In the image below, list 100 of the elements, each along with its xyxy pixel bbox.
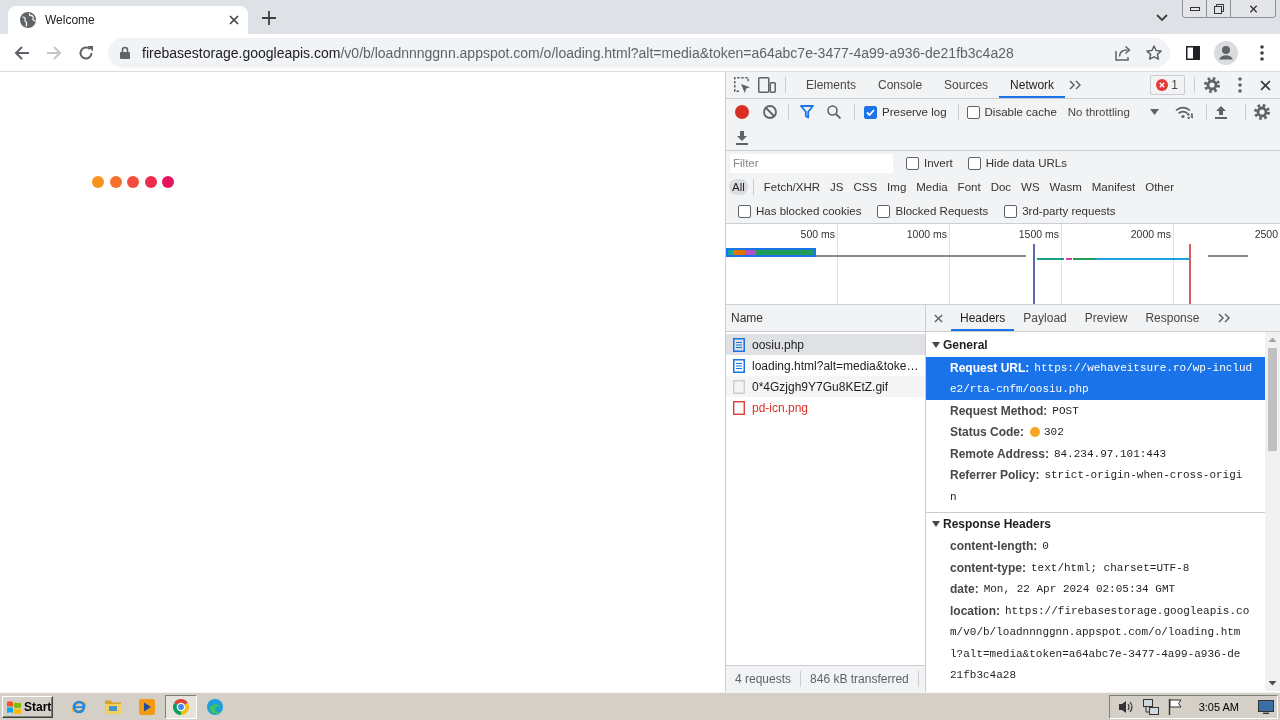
header-row[interactable]: content-type: text/html; charset=UTF-8 — [926, 557, 1265, 579]
status-text: 846 kB transferred — [810, 672, 909, 686]
header-value: m/v0/b/loadnnnggnn.appspot.com/o/loading.htm — [950, 626, 1241, 639]
section-header[interactable]: Response Headers — [926, 512, 1265, 535]
upload-icon[interactable] — [1214, 105, 1227, 119]
browser-tab[interactable]: Welcome — [8, 6, 248, 34]
device-icon[interactable] — [758, 77, 776, 93]
header-row[interactable]: content-length: 0 — [926, 535, 1265, 557]
checkbox[interactable] — [738, 204, 751, 218]
checkbox-label[interactable]: Has blocked cookies — [756, 205, 862, 217]
checkbox[interactable] — [906, 156, 919, 170]
circle-logo-icon — [173, 698, 189, 715]
close-icon[interactable] — [229, 15, 239, 25]
detail-tab[interactable]: Headers — [951, 305, 1015, 331]
detail-tab[interactable]: Preview — [1075, 305, 1137, 331]
star-icon[interactable] — [1146, 44, 1162, 61]
throttling-dropdown[interactable]: No throttling — [1067, 106, 1159, 118]
plus-icon[interactable] — [262, 11, 276, 25]
close-button[interactable] — [1231, 0, 1275, 17]
header-row[interactable]: Remote Address: 84.234.97.101:443 — [926, 443, 1265, 465]
header-row[interactable]: Request URL: https://wehaveitsure.ro/wp-includ e2/rta-cnfm/oosiu.php — [926, 357, 1265, 400]
swirl-icon — [207, 698, 223, 715]
checkbox-label[interactable]: Hide data URLs — [985, 157, 1067, 169]
close-icon[interactable] — [934, 313, 943, 323]
reload-icon[interactable] — [78, 44, 94, 61]
filter-input[interactable]: Filter — [730, 153, 893, 173]
start-button[interactable]: Start — [2, 695, 53, 718]
error-badge[interactable]: 1 — [1150, 75, 1185, 95]
type-filter[interactable]: Img — [882, 179, 912, 195]
settings-icon[interactable] — [1204, 77, 1220, 93]
scrollbar[interactable] — [1265, 332, 1280, 691]
checkbox[interactable] — [967, 156, 981, 170]
header-row[interactable]: Request Method: POST — [926, 400, 1265, 422]
header-row[interactable]: location: https://firebasestorage.googleapis.co m/v0/b/loadnnnggnn.appspot.com/o/loading.htm l?alt=media&token=a64abc7e-3477-4a99-a936-de 21fb3c4a28 — [926, 600, 1265, 686]
column-header[interactable]: Name — [726, 305, 925, 332]
profile-avatar-icon[interactable] — [1214, 40, 1238, 65]
download-icon[interactable] — [736, 130, 748, 145]
kebab-menu-icon[interactable] — [1238, 77, 1242, 93]
checkbox[interactable] — [864, 105, 877, 119]
wifi-gear-icon[interactable] — [1174, 105, 1193, 119]
checkbox[interactable] — [1004, 204, 1018, 218]
type-filter[interactable]: Manifest — [1086, 179, 1141, 195]
request-row[interactable]: loading.html?alt=media&toke… — [726, 355, 925, 376]
close-icon[interactable] — [1260, 79, 1271, 91]
network-icon[interactable] — [1142, 698, 1159, 715]
type-filter[interactable]: Media — [911, 179, 953, 195]
panel-tab[interactable]: Console — [867, 72, 934, 98]
search-icon[interactable] — [827, 105, 841, 119]
request-row[interactable]: 0*4Gzjgh9Y7Gu8KEtZ.gif — [726, 376, 925, 397]
tick-label: 2000 ms — [1130, 228, 1171, 240]
header-row[interactable]: Referrer Policy: strict-origin-when-cross-origi n — [926, 464, 1265, 508]
minimize-button[interactable] — [1183, 0, 1207, 17]
document-icon — [733, 337, 745, 352]
arrow-left-icon[interactable] — [14, 44, 30, 61]
flag-icon[interactable] — [1167, 698, 1184, 715]
type-filter[interactable]: CSS — [848, 179, 883, 195]
header-name: content-length: — [950, 539, 1038, 554]
checkbox-label[interactable]: Invert — [924, 157, 953, 169]
type-filter[interactable]: Doc — [985, 179, 1017, 195]
checkbox-label[interactable]: Preserve log — [882, 106, 947, 118]
header-row[interactable]: date: Mon, 22 Apr 2024 02:05:34 GMT — [926, 578, 1265, 600]
checkbox[interactable] — [877, 204, 891, 218]
type-filter[interactable]: WS — [1016, 179, 1045, 195]
restore-button[interactable] — [1207, 0, 1231, 17]
type-filter[interactable]: Font — [952, 179, 986, 195]
header-row[interactable]: Status Code: 302 — [926, 421, 1265, 443]
flag-logo-icon — [6, 699, 22, 714]
clear-icon[interactable] — [763, 105, 777, 119]
desktop-icon[interactable] — [1258, 699, 1274, 714]
checkbox-label[interactable]: Blocked Requests — [895, 205, 989, 217]
checkbox[interactable] — [966, 105, 980, 119]
lock-icon[interactable] — [120, 46, 130, 59]
error-icon — [1156, 79, 1169, 91]
type-filter[interactable]: Wasm — [1044, 179, 1087, 195]
double-chevron-icon[interactable] — [1069, 80, 1082, 90]
address-bar[interactable]: firebasestorage.googleapis.com/v0/b/loadnnnggnn.appspot.com/o/loading.html?alt=media&token=a64abc7e-3477-4a99-a936-de21fb3c4a28 — [108, 37, 1170, 68]
taskbar-app-button[interactable] — [165, 694, 197, 719]
checkbox-label[interactable]: 3rd-party requests — [1022, 205, 1116, 217]
detail-tab[interactable]: Response — [1136, 305, 1209, 331]
panel-tab[interactable]: Elements — [795, 72, 868, 98]
filter-icon[interactable] — [800, 105, 814, 119]
detail-tab[interactable]: Payload — [1014, 305, 1076, 331]
kebab-menu-icon[interactable] — [1260, 44, 1264, 61]
share-icon[interactable] — [1115, 44, 1131, 61]
section-header[interactable]: General — [926, 334, 1265, 356]
checkbox-label[interactable]: Disable cache — [984, 106, 1057, 118]
type-filter[interactable]: JS — [825, 179, 849, 195]
settings-icon[interactable] — [1253, 104, 1270, 120]
type-filter[interactable]: Fetch/XHR — [758, 179, 826, 195]
request-row[interactable]: pd-icn.png — [726, 397, 925, 418]
inspect-cursor-icon[interactable] — [734, 77, 750, 93]
chevron-down-icon[interactable] — [1156, 14, 1168, 22]
type-filter[interactable]: All — [729, 179, 748, 195]
type-filter[interactable]: Other — [1140, 179, 1179, 195]
double-chevron-icon[interactable] — [1218, 313, 1231, 323]
sidebar-panel-icon[interactable] — [1186, 45, 1200, 60]
record-icon[interactable] — [735, 105, 749, 119]
request-row[interactable]: oosiu.php — [726, 334, 925, 355]
panel-tab[interactable]: Sources — [933, 72, 1000, 98]
speaker-icon[interactable] — [1117, 698, 1134, 715]
